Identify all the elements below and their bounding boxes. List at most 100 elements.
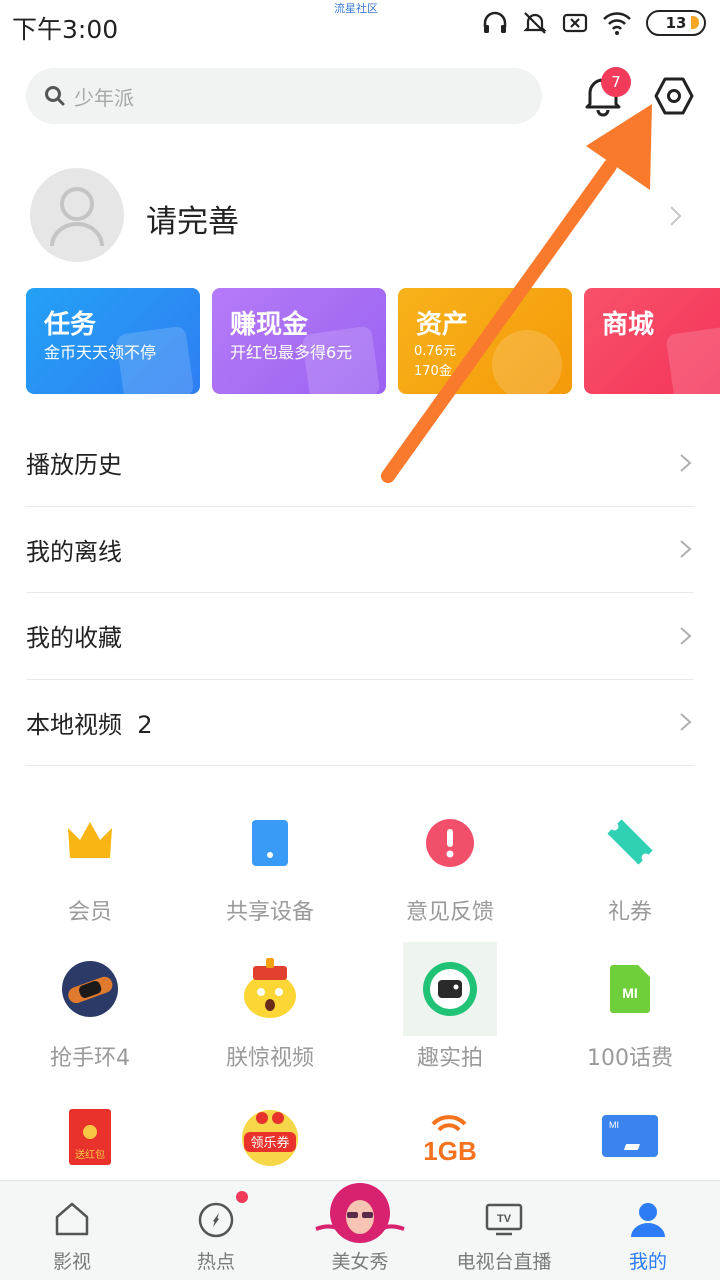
- menu-list: 播放历史 我的离线 我的收藏 本地视频 2: [26, 420, 694, 766]
- nav-item-mine[interactable]: 我的: [576, 1181, 720, 1280]
- data-1gb-icon: 1GB: [423, 1115, 477, 1166]
- mi-card-text: MI: [609, 1120, 619, 1130]
- grid-item-emperor-video[interactable]: 朕惊视频: [180, 946, 360, 1076]
- search-icon: [45, 86, 65, 106]
- mute-bell-icon: [523, 12, 547, 34]
- settings-icon[interactable]: [652, 74, 696, 118]
- default-avatar-icon: [50, 187, 104, 247]
- task-card-title: 任务: [44, 310, 97, 340]
- grid-item-fun-shoot[interactable]: 趣实拍: [360, 942, 540, 1076]
- assets-card-title: 资产: [416, 310, 469, 340]
- svg-text:送红包: 送红包: [75, 1148, 105, 1161]
- home-icon: [55, 1202, 89, 1236]
- no-sim-icon: [562, 13, 588, 33]
- svg-text:MI: MI: [622, 985, 638, 1001]
- shopping-bag-icon: [665, 325, 720, 394]
- grid-item-mi-card[interactable]: MI: [540, 1100, 720, 1180]
- menu-item-favorites[interactable]: 我的收藏: [26, 593, 694, 680]
- profile-name[interactable]: 请完善: [146, 196, 239, 241]
- grid-item-shared-device[interactable]: 共享设备: [180, 800, 360, 930]
- menu-item-play-history[interactable]: 播放历史: [26, 420, 694, 507]
- menu-item-label: 我的离线: [26, 537, 122, 566]
- nav-item-movies[interactable]: 影视: [0, 1181, 144, 1280]
- grid-item-label: 抢手环4: [50, 1046, 130, 1071]
- bottom-nav: 影视 热点 美女秀 TV 电视台直播 我的: [0, 1180, 720, 1280]
- user-icon: [631, 1203, 665, 1237]
- avatar[interactable]: [30, 168, 124, 262]
- data-1gb-text: 1GB: [423, 1136, 476, 1166]
- menu-item-label: 我的收藏: [26, 624, 122, 653]
- grid-item-label: 意见反馈: [405, 900, 494, 925]
- wifi-icon: [603, 12, 631, 35]
- earn-cash-card-title: 赚现金: [230, 310, 309, 340]
- grid-item-red-packet[interactable]: 送红包: [0, 1100, 180, 1180]
- assets-card-cash: 0.76元: [414, 344, 456, 359]
- assets-card-values: 0.76元 170金: [414, 342, 456, 382]
- nav-item-label: 热点: [196, 1251, 235, 1273]
- grid-item-band[interactable]: 抢手环4: [0, 946, 180, 1076]
- headphones-icon: [483, 11, 507, 33]
- tv-icon: TV: [485, 1203, 523, 1236]
- task-card-decoration: [115, 325, 195, 394]
- status-icons: 13: [482, 10, 706, 36]
- chevron-right-icon: [680, 454, 692, 472]
- nav-item-tv-live[interactable]: TV 电视台直播: [432, 1181, 576, 1280]
- battery-fill: [691, 16, 699, 29]
- grid-item-le-coupon[interactable]: 领乐券: [180, 1100, 360, 1180]
- nav-item-label: 电视台直播: [456, 1251, 552, 1273]
- camera-icon: [423, 962, 477, 1016]
- coin-icon: [487, 325, 567, 394]
- compass-icon: [198, 1202, 234, 1238]
- search-placeholder: 少年派: [74, 85, 134, 110]
- chevron-right-icon: [680, 627, 692, 645]
- nav-item-beauty-show[interactable]: 美女秀: [288, 1181, 432, 1280]
- menu-item-local-videos[interactable]: 本地视频 2: [26, 680, 694, 766]
- grid-item-label: 共享设备: [225, 900, 314, 925]
- search-bar[interactable]: 少年派: [26, 68, 542, 124]
- grid-item-label: 100话费: [587, 1046, 673, 1071]
- ticket-icon: [607, 819, 653, 865]
- menu-item-offline[interactable]: 我的离线: [26, 507, 694, 593]
- svg-text:TV: TV: [497, 1213, 512, 1225]
- sim-icon: MI: [610, 965, 650, 1013]
- notification-badge: 7: [601, 67, 631, 97]
- assets-card[interactable]: 资产 0.76元 170金: [398, 288, 572, 394]
- nav-item-label: 影视: [52, 1251, 91, 1273]
- status-time: 下午3:00: [12, 15, 119, 44]
- grid-item-phone-credit[interactable]: MI 100话费: [540, 946, 720, 1076]
- grid-item-data-1gb[interactable]: 1GB: [360, 1100, 540, 1180]
- nav-item-label: 我的: [628, 1251, 667, 1273]
- grid-item-label: 礼券: [607, 900, 652, 925]
- mall-card-title: 商城: [602, 310, 655, 340]
- grid-item-label: 趣实拍: [416, 1046, 483, 1071]
- menu-item-label: 本地视频 2: [26, 710, 153, 739]
- band-icon: [62, 961, 118, 1017]
- chevron-right-icon: [680, 713, 692, 731]
- battery-indicator: 13: [646, 10, 706, 36]
- nav-item-label: 美女秀: [331, 1251, 389, 1273]
- nav-item-hot[interactable]: 热点: [144, 1181, 288, 1280]
- profile-chevron-right-icon[interactable]: [668, 204, 684, 228]
- device-icon: [252, 820, 288, 866]
- grid-item-vip[interactable]: 会员: [0, 800, 180, 930]
- task-card[interactable]: 任务 金币天天领不停: [26, 288, 200, 394]
- emperor-icon: [244, 958, 296, 1018]
- red-packet-icon: 送红包: [69, 1109, 111, 1165]
- grid-item-label: 会员: [67, 900, 112, 925]
- mi-card-icon: MI: [602, 1115, 658, 1157]
- chevron-right-icon: [680, 540, 692, 558]
- status-carrier-label: 流星社区: [334, 2, 378, 15]
- mall-card[interactable]: 商城: [584, 288, 720, 394]
- grid-item-coupon[interactable]: 礼券: [540, 800, 720, 930]
- menu-item-label: 播放历史: [26, 451, 122, 480]
- grid-item-feedback[interactable]: 意见反馈: [360, 800, 540, 930]
- hot-notification-dot: [236, 1191, 248, 1203]
- grid-item-label: 朕惊视频: [225, 1046, 314, 1071]
- beauty-avatar-icon: [315, 1183, 405, 1243]
- earn-cash-card-decoration: [301, 325, 381, 394]
- coupon-icon-text: 领乐券: [250, 1135, 289, 1151]
- earn-cash-card[interactable]: 赚现金 开红包最多得6元: [212, 288, 386, 394]
- crown-icon: [68, 822, 112, 858]
- assets-card-coins: 170金: [414, 364, 452, 379]
- status-bar: 下午3:00 流星社区 13: [0, 0, 720, 52]
